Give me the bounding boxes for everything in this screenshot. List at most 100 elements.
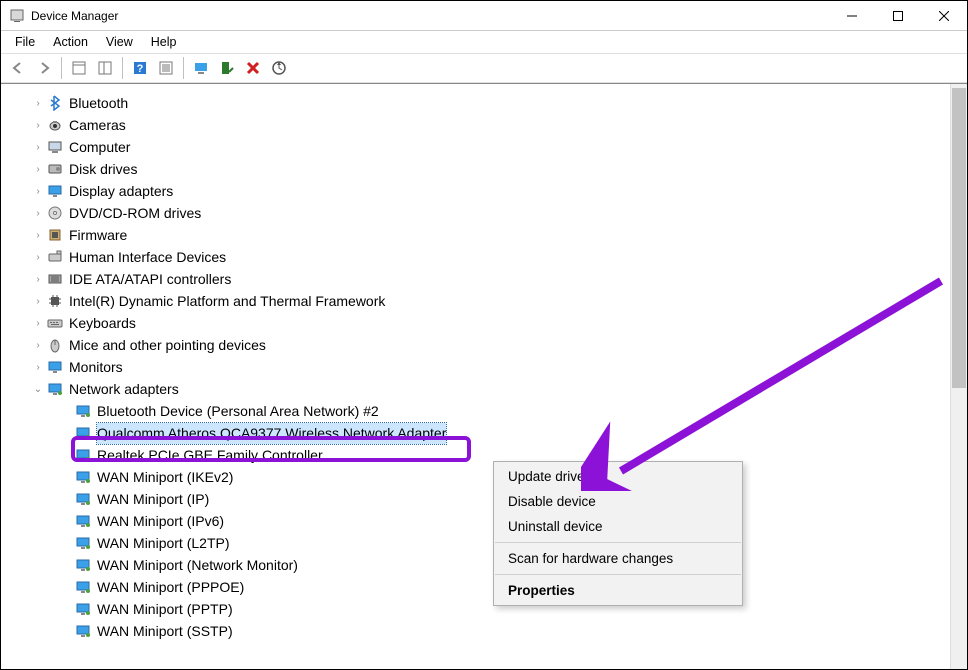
tree-node-monitors[interactable]: › Monitors (31, 356, 967, 378)
kb-icon (47, 315, 63, 331)
tree-node-label: WAN Miniport (SSTP) (97, 621, 233, 642)
chevron-right-icon[interactable]: › (31, 184, 45, 198)
chevron-right-icon[interactable]: › (31, 272, 45, 286)
close-button[interactable] (921, 1, 967, 31)
action-properties-button[interactable] (154, 56, 178, 80)
bt-icon (47, 95, 63, 111)
tree-node-label: WAN Miniport (Network Monitor) (97, 555, 298, 576)
hid-icon (47, 249, 63, 265)
menu-help[interactable]: Help (143, 33, 185, 51)
app-icon (9, 8, 25, 24)
tree-node-display-adapters[interactable]: › Display adapters (31, 180, 967, 202)
chevron-right-icon[interactable]: › (31, 140, 45, 154)
tree-node-label: Computer (69, 137, 130, 158)
fw-icon (47, 227, 63, 243)
tree-node-wan-sstp[interactable]: WAN Miniport (SSTP) (59, 620, 967, 642)
show-hide-tree-button[interactable] (67, 56, 91, 80)
net-icon (75, 579, 91, 595)
tree-node-label: Keyboards (69, 313, 136, 334)
scan-hardware-button[interactable] (267, 56, 291, 80)
chevron-right-icon[interactable]: › (31, 250, 45, 264)
tree-node-label: Human Interface Devices (69, 247, 226, 268)
menubar: File Action View Help (1, 31, 967, 53)
scrollbar[interactable] (950, 84, 967, 669)
pc-icon (47, 139, 63, 155)
net-icon (75, 557, 91, 573)
chevron-right-icon[interactable]: › (31, 294, 45, 308)
tree-node-keyboards[interactable]: › Keyboards (31, 312, 967, 334)
back-button[interactable] (6, 56, 30, 80)
net-icon (75, 403, 91, 419)
window-title: Device Manager (31, 9, 829, 23)
help-button[interactable]: ? (128, 56, 152, 80)
ctx-update-driver[interactable]: Update driver (494, 464, 742, 489)
forward-button[interactable] (32, 56, 56, 80)
tree-node-label: Firmware (69, 225, 127, 246)
tree-node-label: Bluetooth (69, 93, 128, 114)
tree-node-label: IDE ATA/ATAPI controllers (69, 269, 231, 290)
tree-area: ›Bluetooth›Cameras›Computer›Disk drives›… (1, 83, 967, 669)
toolbar-sep (183, 57, 184, 79)
ctx-scan-hardware[interactable]: Scan for hardware changes (494, 546, 742, 571)
ctx-disable-device[interactable]: Disable device (494, 489, 742, 514)
ctx-properties[interactable]: Properties (494, 578, 742, 603)
minimize-button[interactable] (829, 1, 875, 31)
menu-view[interactable]: View (98, 33, 141, 51)
tree-node-label: Monitors (69, 357, 123, 378)
toolbar-sep (122, 57, 123, 79)
device-tree[interactable]: ›Bluetooth›Cameras›Computer›Disk drives›… (1, 92, 967, 642)
tree-node-mice[interactable]: › Mice and other pointing devices (31, 334, 967, 356)
tree-node-network-adapters[interactable]: ⌄Network adapters (31, 378, 967, 400)
chevron-right-icon[interactable]: › (31, 118, 45, 132)
scrollbar-thumb[interactable] (952, 88, 966, 388)
menu-file[interactable]: File (7, 33, 43, 51)
net-icon (75, 447, 91, 463)
tree-node-intel-dptf[interactable]: ›Intel(R) Dynamic Platform and Thermal F… (31, 290, 967, 312)
net-icon (75, 425, 91, 441)
net-icon (75, 535, 91, 551)
tree-node-dvd-cdrom[interactable]: ›DVD/CD-ROM drives (31, 202, 967, 224)
enable-device-button[interactable] (215, 56, 239, 80)
tree-node-qca9377[interactable]: Qualcomm Atheros QCA9377 Wireless Networ… (59, 422, 967, 444)
svg-text:?: ? (137, 63, 144, 75)
tree-node-firmware[interactable]: › Firmware (31, 224, 967, 246)
chevron-right-icon[interactable]: › (31, 228, 45, 242)
properties-button[interactable] (93, 56, 117, 80)
tree-node-label: WAN Miniport (IP) (97, 489, 209, 510)
tree-node-bluetooth[interactable]: › Bluetooth (31, 92, 967, 114)
tree-node-label: Display adapters (69, 181, 173, 202)
tree-node-ide[interactable]: › IDE ATA/ATAPI controllers (31, 268, 967, 290)
chevron-right-icon[interactable]: › (31, 206, 45, 220)
tree-node-label: WAN Miniport (IPv6) (97, 511, 224, 532)
toolbar-sep (61, 57, 62, 79)
tree-node-hid[interactable]: › Human Interface Devices (31, 246, 967, 268)
uninstall-device-button[interactable] (241, 56, 265, 80)
chevron-right-icon[interactable]: › (31, 360, 45, 374)
monitor-icon (47, 359, 63, 375)
tree-node-label: Realtek PCIe GBE Family Controller (97, 445, 323, 466)
net-icon (75, 623, 91, 639)
tree-node-disk-drives[interactable]: ›Disk drives (31, 158, 967, 180)
tree-node-cameras[interactable]: ›Cameras (31, 114, 967, 136)
update-driver-button[interactable] (189, 56, 213, 80)
tree-node-label: Bluetooth Device (Personal Area Network)… (97, 401, 379, 422)
tree-node-label: WAN Miniport (PPTP) (97, 599, 233, 620)
tree-node-label: WAN Miniport (L2TP) (97, 533, 230, 554)
tree-node-bt-pan[interactable]: Bluetooth Device (Personal Area Network)… (59, 400, 967, 422)
chevron-right-icon[interactable]: › (31, 96, 45, 110)
tree-node-label: WAN Miniport (PPPOE) (97, 577, 244, 598)
maximize-button[interactable] (875, 1, 921, 31)
tree-node-label: WAN Miniport (IKEv2) (97, 467, 233, 488)
titlebar: Device Manager (1, 1, 967, 31)
tree-node-label: Qualcomm Atheros QCA9377 Wireless Networ… (97, 423, 446, 444)
display-icon (47, 183, 63, 199)
net-icon (75, 513, 91, 529)
chevron-down-icon[interactable]: ⌄ (31, 382, 45, 396)
tree-node-computer[interactable]: › Computer (31, 136, 967, 158)
tree-node-label: Mice and other pointing devices (69, 335, 266, 356)
menu-action[interactable]: Action (45, 33, 96, 51)
chevron-right-icon[interactable]: › (31, 316, 45, 330)
ctx-uninstall-device[interactable]: Uninstall device (494, 514, 742, 539)
chevron-right-icon[interactable]: › (31, 338, 45, 352)
chevron-right-icon[interactable]: › (31, 162, 45, 176)
